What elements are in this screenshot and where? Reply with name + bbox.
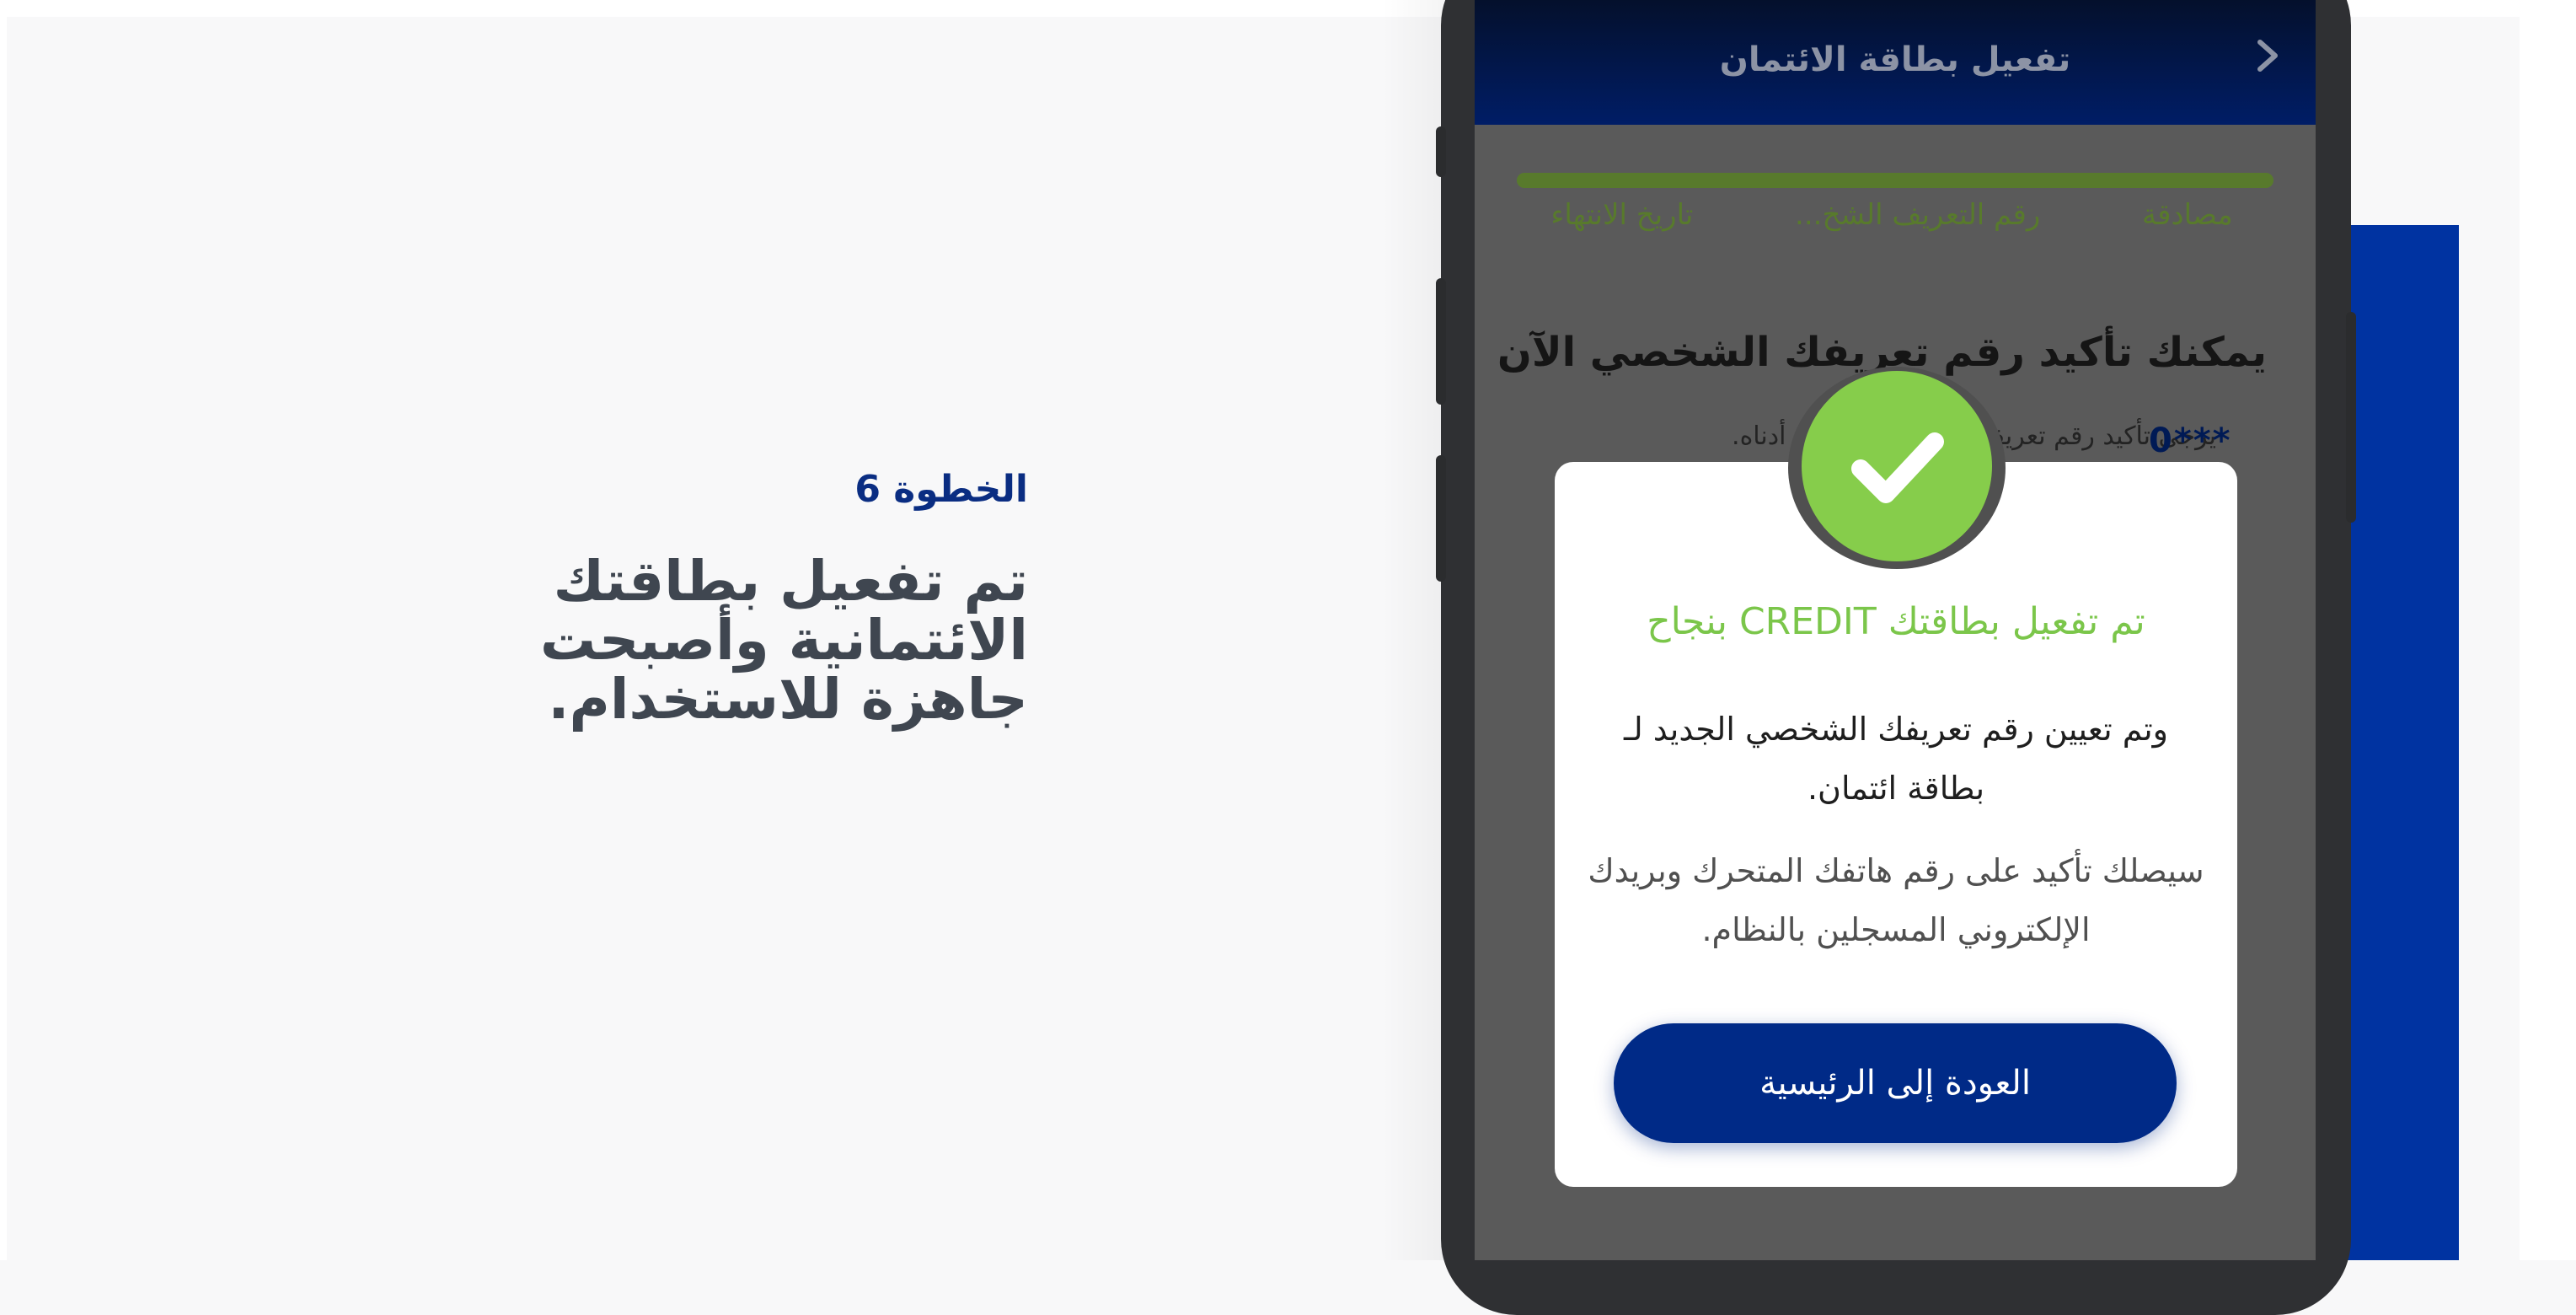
step-expiry-date: تاريخ الانتهاء [1550, 198, 1694, 232]
step-description-line: جاهزة للاستخدام. [548, 667, 1028, 732]
app-header: تفعيل بطاقة الائتمان [1475, 0, 2316, 125]
checkmark-icon [1802, 371, 1992, 561]
right-margin [2520, 0, 2576, 1260]
step-label: الخطوة 6 [854, 468, 1028, 511]
header-title: تفعيل بطاقة الائتمان [1719, 40, 2071, 79]
back-to-home-button[interactable]: العودة إلى الرئيسية [1614, 1023, 2177, 1143]
pin-assigned-message: وتم تعيين رقم تعريفك الشخصي الجديد لـ بط… [1624, 711, 2168, 807]
pin-field-masked: 0*** [2149, 421, 2232, 460]
confirmation-notice: سيصلك تأكيد على رقم هاتفك المتحرك وبريدك… [1588, 852, 2204, 948]
chevron-right-icon[interactable] [2245, 32, 2292, 79]
phone-power-button [2346, 312, 2356, 523]
phone-mute-switch [1436, 126, 1446, 177]
step-pin: رقم التعريف الشخ... [1795, 198, 2041, 232]
progress-bar [1517, 173, 2273, 188]
success-title: تم تفعيل بطاقتك CREDIT بنجاح [1647, 600, 2145, 643]
step-description-line: الائتمانية وأصبحت [539, 608, 1028, 673]
step-description-line: تم تفعيل بطاقتك [553, 549, 1028, 614]
phone-volume-up-button [1436, 278, 1446, 405]
step-authentication: مصادقة [2142, 198, 2233, 232]
step-description: تم تفعيل بطاقتك الائتمانية وأصبحت جاهزة … [472, 552, 1028, 729]
phone-volume-down-button [1436, 455, 1446, 582]
left-margin [0, 0, 7, 1260]
step-indicator: تاريخ الانتهاء رقم التعريف الشخ... مصادق… [1500, 198, 2284, 240]
